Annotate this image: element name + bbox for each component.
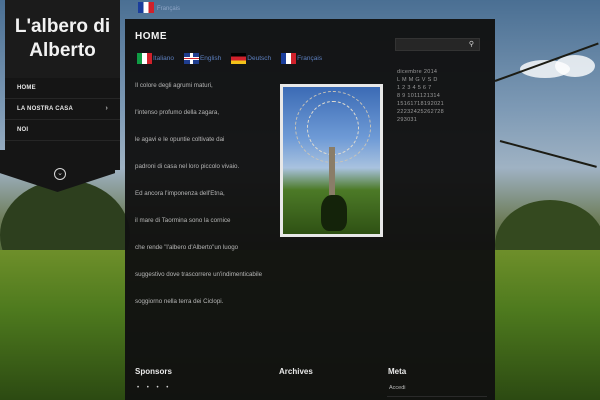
poem-line: Ed ancora l'imponenza dell'Etna,	[135, 190, 225, 197]
archives-title: Archives	[279, 367, 313, 376]
nav-item-home[interactable]: HOME	[5, 78, 120, 99]
french-flag-icon	[281, 53, 297, 64]
search-icon[interactable]: ⚲	[469, 40, 474, 48]
uk-flag-icon	[183, 53, 199, 64]
calendar-week[interactable]: 15161718192021	[397, 100, 457, 108]
tree-shadow	[321, 195, 347, 231]
italian-flag-icon	[137, 53, 152, 64]
top-flag-label[interactable]: Français	[157, 6, 180, 12]
lang-italiano[interactable]: Italiano	[137, 53, 174, 64]
nav-item-label: LA NOSTRA CASA	[17, 106, 74, 112]
chevron-down-icon[interactable]: ⌄	[54, 168, 66, 180]
poem-text: Il colore degli agrumi maturi, l'intenso…	[135, 82, 275, 325]
calendar-month: dicembre 2014	[397, 69, 438, 75]
poem-line: soggiorno nella terra dei Ciclopi.	[135, 298, 224, 305]
language-switcher: Italiano English Deutsch Français	[137, 53, 328, 64]
search-input[interactable]: ⚲	[395, 38, 480, 51]
tree-trunk	[329, 147, 335, 202]
nav-item-la-nostra-casa[interactable]: LA NOSTRA CASA ›	[5, 99, 120, 120]
site-title[interactable]: L'albero di Alberto	[5, 0, 120, 78]
site-title-line2: Alberto	[29, 40, 96, 61]
poem-line: le agavi e le opuntie coltivate dai	[135, 136, 225, 143]
page-title: HOME	[135, 31, 167, 42]
chevron-right-icon: ›	[105, 105, 108, 112]
lang-label: Français	[297, 55, 323, 62]
lang-label: Deutsch	[247, 55, 272, 62]
french-flag-icon[interactable]	[138, 2, 154, 13]
poem-line: padroni di casa nel loro piccolo vivaio.	[135, 163, 240, 170]
cloud	[555, 55, 595, 77]
poem-line: Il colore degli agrumi maturi,	[135, 82, 213, 89]
poem-line: che rende "l'albero d'Alberto"un luogo	[135, 244, 239, 251]
branch	[499, 140, 597, 168]
calendar-widget: dicembre 2014 L M M G V S D 1 2 3 4 5 6 …	[397, 68, 457, 124]
calendar-header: L M M G V S D	[397, 77, 438, 83]
poem-line: suggestivo dove trascorrere un'indimenti…	[135, 271, 263, 278]
calendar-week[interactable]: 293031	[397, 116, 457, 124]
lang-deutsch[interactable]: Deutsch	[231, 53, 271, 64]
nav-item-label: NOI	[17, 127, 29, 133]
calendar-week[interactable]: 1 2 3 4 5 6 7	[397, 84, 457, 92]
sponsors-dots[interactable]: • • • •	[137, 385, 171, 391]
nav-item-noi[interactable]: NOI	[5, 120, 120, 141]
meta-title: Meta	[388, 367, 407, 376]
divider	[387, 396, 487, 397]
poem-line: l'intenso profumo della zagara,	[135, 109, 220, 116]
calendar-week[interactable]: 22232425262728	[397, 108, 457, 116]
sponsors-title: Sponsors	[135, 367, 172, 376]
nav-item-label: HOME	[17, 85, 36, 91]
meta-login-link[interactable]: Accedi	[389, 385, 406, 391]
poem-line: il mare di Taormina sono la cornice	[135, 217, 231, 224]
lang-francais[interactable]: Français	[281, 53, 322, 64]
calendar-week[interactable]: 8 9 1011121314	[397, 92, 457, 100]
lang-label: Italiano	[153, 55, 174, 62]
tree-photo[interactable]	[280, 84, 383, 237]
lang-label: English	[199, 55, 222, 62]
tree-photo-image	[283, 87, 380, 234]
site-title-line1: L'albero di	[14, 16, 111, 37]
sidebar: L'albero di Alberto HOME LA NOSTRA CASA …	[5, 0, 120, 170]
lang-english[interactable]: English	[183, 53, 222, 64]
german-flag-icon	[231, 53, 247, 64]
